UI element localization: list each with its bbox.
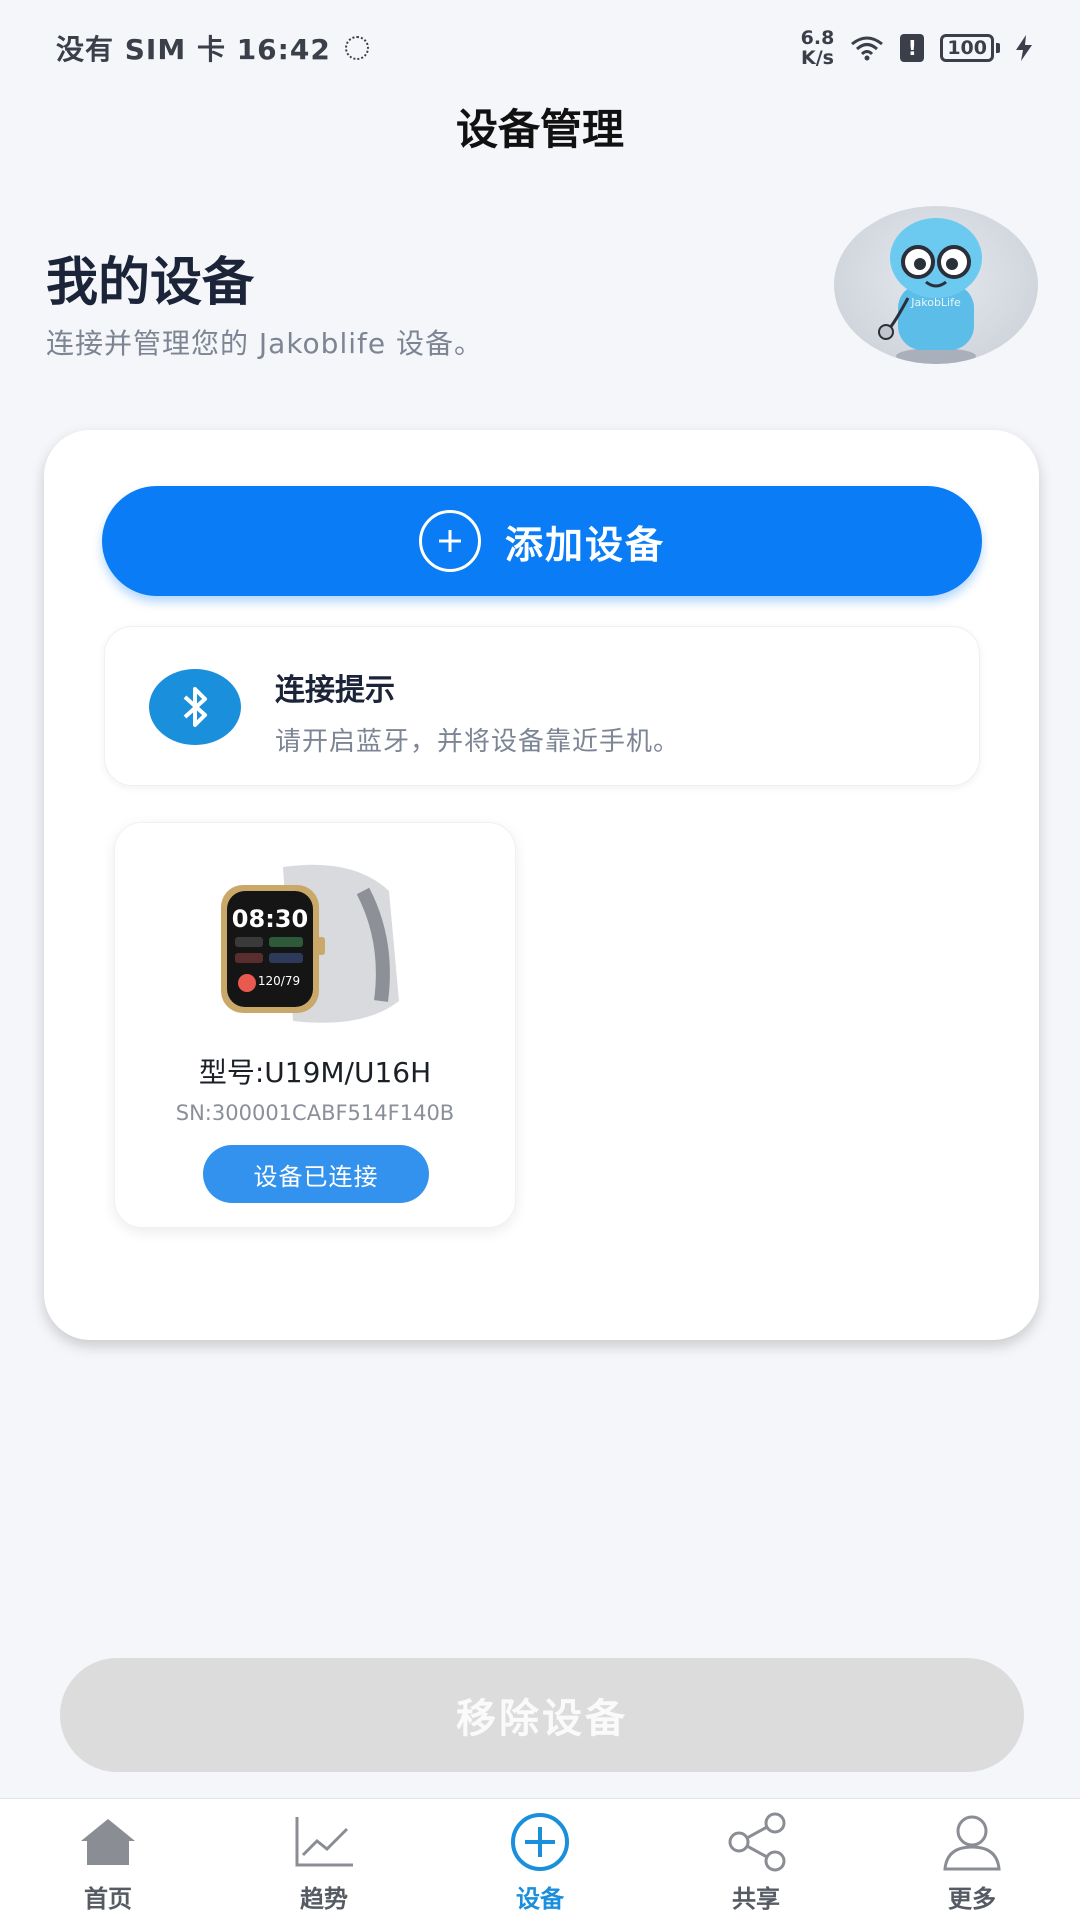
device-serial: SN:300001CABF514F140B <box>175 1101 455 1125</box>
mascot-avatar: JakobLife <box>834 206 1038 364</box>
network-speed-unit: K/s <box>801 47 834 69</box>
mascot-illustration: JakobLife <box>878 218 982 364</box>
add-device-button[interactable]: 添加设备 <box>102 486 982 596</box>
nav-item-device[interactable]: 设备 <box>432 1799 648 1920</box>
smartwatch-image: 08:30 120/79 <box>221 864 399 1023</box>
watch-time: 08:30 <box>232 905 308 933</box>
bluetooth-icon <box>149 669 241 745</box>
share-icon <box>728 1812 786 1872</box>
section-title: 我的设备 <box>46 253 255 313</box>
network-speed-value: 6.8 <box>800 27 835 49</box>
device-model: 型号:U19M/U16H <box>198 1056 432 1089</box>
alert-icon: ! <box>900 34 925 62</box>
add-circle-icon <box>511 1813 569 1871</box>
remove-device-button[interactable]: 移除设备 <box>60 1658 1024 1772</box>
status-left: 没有 SIM 卡 16:42 <box>56 28 369 68</box>
nav-label-device: 设备 <box>516 1885 564 1913</box>
nav-label-share: 共享 <box>732 1885 780 1913</box>
status-bar: 没有 SIM 卡 16:42 6.8 K/s ! 100 <box>0 0 1080 96</box>
home-icon <box>81 1819 135 1865</box>
mascot-logo-text: JakobLife <box>910 296 961 309</box>
device-panel: 添加设备 连接提示 请开启蓝牙，并将设备靠近手机。 08:30 120/79 型… <box>44 430 1039 1340</box>
network-speed: 6.8 K/s <box>801 28 835 68</box>
nav-label-more: 更多 <box>948 1885 996 1913</box>
loading-icon <box>344 36 369 60</box>
nav-item-trend[interactable]: 趋势 <box>216 1799 432 1920</box>
plus-circle-icon <box>418 510 481 572</box>
tip-title: 连接提示 <box>275 673 395 708</box>
battery-icon: 100 <box>940 34 1000 62</box>
carrier-time: 没有 SIM 卡 16:42 <box>56 33 331 66</box>
nav-item-home[interactable]: 首页 <box>0 1799 216 1920</box>
tip-text: 请开启蓝牙，并将设备靠近手机。 <box>275 727 681 757</box>
add-device-label: 添加设备 <box>504 522 665 567</box>
nav-label-trend: 趋势 <box>300 1885 348 1913</box>
wifi-icon <box>851 36 884 61</box>
battery-level: 100 <box>940 34 994 62</box>
user-icon <box>943 1815 1001 1871</box>
device-card[interactable]: 08:30 120/79 型号:U19M/U16H SN:300001CABF5… <box>114 822 516 1228</box>
connection-tip-card: 连接提示 请开启蓝牙，并将设备靠近手机。 <box>104 626 980 786</box>
connection-status-badge[interactable]: 设备已连接 <box>203 1145 429 1203</box>
charging-icon <box>1016 35 1032 61</box>
trend-icon <box>295 1817 353 1867</box>
nav-item-share[interactable]: 共享 <box>648 1799 864 1920</box>
page-title: 设备管理 <box>455 105 624 154</box>
watch-bp: 120/79 <box>258 974 300 988</box>
nav-label-home: 首页 <box>84 1885 132 1913</box>
section-subtitle: 连接并管理您的 Jakoblife 设备。 <box>46 327 483 360</box>
nav-item-more[interactable]: 更多 <box>864 1799 1080 1920</box>
bottom-nav: 首页 趋势 设备 共享 更多 <box>0 1798 1080 1920</box>
battery-tip <box>996 43 1000 53</box>
status-right: 6.8 K/s ! 100 <box>801 28 1032 68</box>
